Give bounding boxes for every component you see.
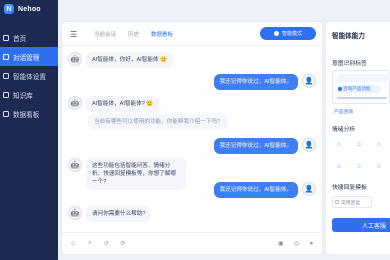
message-bubble: AI智能体，AI智能体? 🙂 (86, 96, 160, 112)
message-row: 我还记得你说过，AI智能体。 👤 (213, 74, 316, 90)
emotion-icon[interactable]: ☺ (352, 138, 366, 152)
bot-avatar: 🤖 (68, 52, 82, 66)
template-icon (335, 200, 339, 204)
emotion-icon[interactable]: ☺ (372, 160, 386, 174)
message-row: 🤖 这些功能包括智能问答、情绪分析、快速回复模板等，你想了解哪一个? (68, 158, 186, 190)
capability-panel: 智能体能力 意图识别标签 咨询产品功能 产品咨询 情绪分析 ☺ ☺ ☺ ☺ ☺ … (326, 22, 390, 254)
emotion-icon[interactable]: ☺ (332, 138, 346, 152)
user-avatar: 👤 (302, 182, 316, 196)
human-agent-button[interactable]: 人工客服 (332, 218, 390, 232)
user-avatar: 👤 (302, 74, 316, 88)
message-bubble: 我还记得你说过，AI智能体。 (213, 138, 298, 154)
quick-reply-value: 常用回复 (341, 200, 361, 206)
intent-box: 咨询产品功能 (332, 70, 390, 104)
tab-history[interactable]: 历史 (128, 30, 139, 38)
intent-tag[interactable]: 咨询产品功能 (337, 85, 381, 93)
image-icon[interactable]: ▣ (278, 240, 284, 247)
intent-search[interactable] (337, 74, 390, 82)
message-bubble: AI智能体，你好，AI智能体 🙂 (86, 52, 174, 68)
message-row: 我还记得你说过，AI智能体。 👤 (213, 138, 316, 154)
bot-avatar: 🤖 (68, 158, 82, 172)
message-row: 🤖 请问你需要什么帮助? (68, 206, 152, 222)
emotion-icon[interactable]: ☺ (352, 160, 366, 174)
sidebar-item-label: 数据看板 (13, 111, 40, 119)
menu-icon[interactable]: ☰ (70, 30, 77, 39)
bot-avatar: 🤖 (68, 206, 82, 220)
chat-tabs: 当前会话 历史 数据看板 (94, 30, 173, 38)
message-bubble: 当前有哪些可以使用的功能，你能帮我介绍一下吗? (88, 114, 228, 130)
message-bubble: 这些功能包括智能问答、情绪分析、快速回复模板等，你想了解哪一个? (86, 158, 186, 190)
sidebar-item-home[interactable]: 首页 (0, 28, 58, 47)
human-agent-label: 人工客服 (361, 223, 386, 230)
brand-logo[interactable]: N Nehoo (4, 4, 41, 14)
sidebar-item-label: 首页 (13, 35, 27, 43)
home-icon (3, 34, 9, 41)
emotion-grid: ☺ ☺ ☺ ☺ ☺ ☺ (332, 138, 390, 174)
tab-current[interactable]: 当前会话 (94, 30, 116, 38)
emotion-icon[interactable]: ☺ (332, 160, 346, 174)
message-row: 🤖 AI智能体，你好，AI智能体 🙂 (68, 52, 174, 68)
message-bubble: 我还记得你说过，AI智能体。 (213, 182, 298, 198)
mode-button-label: 智能模式 (281, 31, 302, 37)
message-list: 🤖 AI智能体，你好，AI智能体 🙂 我还记得你说过，AI智能体。 👤 🤖 AI… (62, 50, 322, 230)
message-row: 🤖 AI智能体，AI智能体? 🙂 (68, 96, 160, 112)
mic-icon[interactable]: ◎ (294, 240, 299, 247)
sidebar-item-label: 知识库 (13, 92, 33, 100)
intent-tag-label: 咨询产品功能 (343, 86, 371, 91)
emoji-icon[interactable]: ☺ (70, 241, 76, 247)
message-bubble: 请问你需要什么帮助? (86, 206, 152, 222)
tag-dot-icon (338, 87, 342, 91)
message-row: 我还记得你说过，AI智能体。 👤 (213, 182, 316, 198)
sidebar-item-conversations[interactable]: 对话管理 (0, 47, 58, 66)
message-bubble: 我还记得你说过，AI智能体。 (213, 74, 298, 90)
emotion-icon[interactable]: ☺ (372, 138, 386, 152)
chat-toolbar: ☺ ⌕ ↺ ⟳ ▣ ◎ ➤ (62, 232, 322, 254)
attach-icon[interactable]: ⌕ (88, 240, 91, 247)
mode-toggle-icon (273, 31, 279, 36)
emotion-section-title: 情绪分析 (332, 127, 356, 133)
sidebar: N Nehoo 首页 对话管理 智能体设置 知识库 数据看板 (0, 0, 58, 260)
brand-name: Nehoo (18, 5, 41, 13)
settings-icon (3, 72, 9, 79)
logo-icon: N (4, 4, 14, 14)
history-icon[interactable]: ↺ (104, 240, 109, 247)
quick-reply-title: 快捷回复模板 (332, 185, 367, 191)
refresh-icon[interactable]: ⟳ (121, 240, 126, 247)
intent-section-title: 意图识别标签 (332, 61, 367, 67)
mode-button[interactable]: 智能模式 (260, 27, 316, 40)
sidebar-item-dashboard[interactable]: 数据看板 (0, 104, 58, 123)
user-avatar: 👤 (302, 138, 316, 152)
tab-dashboard[interactable]: 数据看板 (151, 30, 173, 38)
panel-title: 智能体能力 (332, 33, 365, 40)
sidebar-item-agent-settings[interactable]: 智能体设置 (0, 66, 58, 85)
sidebar-item-label: 对话管理 (13, 54, 40, 62)
sidebar-nav: 首页 对话管理 智能体设置 知识库 数据看板 (0, 28, 58, 123)
send-icon[interactable]: ➤ (309, 240, 314, 247)
sidebar-item-knowledge[interactable]: 知识库 (0, 85, 58, 104)
chart-icon (3, 110, 9, 117)
chat-panel: ☰ 当前会话 历史 数据看板 智能模式 🤖 AI智能体，你好，AI智能体 🙂 我… (62, 22, 322, 254)
quick-reply-select[interactable]: 常用回复 (332, 196, 372, 208)
intent-progress (337, 97, 387, 99)
chat-icon (3, 53, 9, 60)
bot-avatar: 🤖 (68, 96, 82, 110)
message-row: 当前有哪些可以使用的功能，你能帮我介绍一下吗? (88, 114, 228, 130)
sidebar-item-label: 智能体设置 (13, 73, 46, 81)
book-icon (3, 91, 9, 98)
intent-label: 产品咨询 (334, 110, 354, 115)
chat-header: ☰ 当前会话 历史 数据看板 智能模式 (62, 22, 322, 46)
